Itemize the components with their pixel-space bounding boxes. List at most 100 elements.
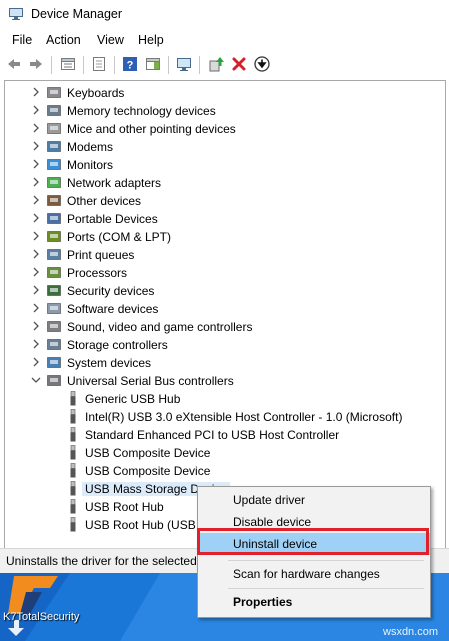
- storage-controller-icon: [47, 339, 61, 350]
- usb-plug-icon: [70, 409, 76, 424]
- update-driver-icon[interactable]: [208, 56, 224, 72]
- usb-device-label: Generic USB Hub: [85, 392, 181, 406]
- tree-category-label: Monitors: [67, 158, 114, 172]
- tree-category-label: Processors: [67, 266, 128, 280]
- usb-device-item[interactable]: USB Composite Device: [5, 444, 445, 462]
- usb-device-item[interactable]: USB Composite Device: [5, 462, 445, 480]
- menu-view[interactable]: View: [97, 33, 124, 47]
- usb-device-item[interactable]: Generic USB Hub: [5, 390, 445, 408]
- tree-category-label: Ports (COM & LPT): [67, 230, 172, 244]
- tree-category[interactable]: Other devices: [5, 192, 445, 210]
- context-update-driver[interactable]: Update driver: [198, 489, 430, 511]
- monitor-icon: [47, 159, 61, 170]
- k7-total-security-icon[interactable]: [4, 574, 70, 641]
- usb-device-label: USB Composite Device: [85, 446, 211, 460]
- chevron-down-icon[interactable]: [30, 374, 42, 386]
- disable-download-icon[interactable]: [254, 56, 270, 72]
- tree-category-label: Storage controllers: [67, 338, 168, 352]
- usb-plug-icon: [70, 517, 76, 532]
- printer-icon: [47, 249, 61, 260]
- usb-device-item[interactable]: Standard Enhanced PCI to USB Host Contro…: [5, 426, 445, 444]
- chevron-right-icon[interactable]: [30, 320, 42, 332]
- chevron-right-icon[interactable]: [30, 104, 42, 116]
- properties-icon[interactable]: [60, 56, 76, 72]
- chevron-right-icon[interactable]: [30, 194, 42, 206]
- highlight-box: [197, 528, 429, 555]
- monitor-icon[interactable]: [176, 56, 192, 72]
- context-separator: [228, 560, 424, 561]
- usb-device-label: USB Composite Device: [85, 464, 211, 478]
- tree-category[interactable]: Sound, video and game controllers: [5, 318, 445, 336]
- software-device-icon: [47, 303, 61, 314]
- tree-category[interactable]: Storage controllers: [5, 336, 445, 354]
- port-icon: [47, 231, 61, 242]
- tree-category[interactable]: Modems: [5, 138, 445, 156]
- watermark-text: wsxdn.com: [383, 626, 439, 638]
- usb-plug-icon: [70, 463, 76, 478]
- chevron-right-icon[interactable]: [30, 122, 42, 134]
- tree-category-label: System devices: [67, 356, 152, 370]
- chevron-right-icon[interactable]: [30, 284, 42, 296]
- chevron-right-icon[interactable]: [30, 338, 42, 350]
- show-hide-icon[interactable]: [91, 56, 107, 72]
- context-scan-hardware[interactable]: Scan for hardware changes: [198, 563, 430, 585]
- tree-category[interactable]: Keyboards: [5, 84, 445, 102]
- tree-category[interactable]: Mice and other pointing devices: [5, 120, 445, 138]
- tree-category[interactable]: Software devices: [5, 300, 445, 318]
- tree-category[interactable]: Processors: [5, 264, 445, 282]
- device-tree[interactable]: Keyboards Memory technology devices Mice a…: [4, 80, 446, 549]
- help-icon[interactable]: ?: [122, 56, 138, 72]
- tree-category-label: Mice and other pointing devices: [67, 122, 236, 136]
- tree-category[interactable]: Print queues: [5, 246, 445, 264]
- network-adapter-icon: [47, 177, 61, 188]
- menu-file[interactable]: File: [12, 33, 32, 47]
- tree-category[interactable]: Network adapters: [5, 174, 445, 192]
- uninstall-x-icon[interactable]: [231, 56, 247, 72]
- svg-text:?: ?: [127, 60, 134, 72]
- chevron-right-icon[interactable]: [30, 356, 42, 368]
- chevron-right-icon[interactable]: [30, 248, 42, 260]
- usb-plug-icon: [70, 481, 76, 496]
- chevron-right-icon[interactable]: [30, 158, 42, 170]
- menu-action[interactable]: Action: [46, 33, 81, 47]
- tree-category-label: Security devices: [67, 284, 155, 298]
- context-separator: [228, 588, 424, 589]
- device-manager-icon: [9, 8, 23, 20]
- toolbar: ?: [0, 52, 449, 78]
- chevron-right-icon[interactable]: [30, 140, 42, 152]
- usb-device-label: Standard Enhanced PCI to USB Host Contro…: [85, 428, 340, 442]
- tree-category-label: Software devices: [67, 302, 159, 316]
- tree-category[interactable]: Portable Devices: [5, 210, 445, 228]
- tree-category[interactable]: Monitors: [5, 156, 445, 174]
- chevron-right-icon[interactable]: [30, 302, 42, 314]
- tree-category-label: Other devices: [67, 194, 142, 208]
- context-properties[interactable]: Properties: [198, 591, 430, 613]
- tree-category[interactable]: System devices: [5, 354, 445, 372]
- forward-arrow-icon[interactable]: [28, 56, 44, 72]
- chevron-right-icon[interactable]: [30, 212, 42, 224]
- tree-category[interactable]: Ports (COM & LPT): [5, 228, 445, 246]
- usb-device-item[interactable]: Intel(R) USB 3.0 eXtensible Host Control…: [5, 408, 445, 426]
- title-bar[interactable]: Device Manager: [0, 0, 449, 30]
- tree-category[interactable]: Universal Serial Bus controllers: [5, 372, 445, 390]
- menu-bar: File Action View Help: [0, 30, 449, 52]
- chevron-right-icon[interactable]: [30, 230, 42, 242]
- portable-device-icon: [47, 213, 61, 224]
- chevron-right-icon[interactable]: [30, 86, 42, 98]
- processor-icon: [47, 267, 61, 278]
- chevron-right-icon[interactable]: [30, 266, 42, 278]
- tree-category[interactable]: Security devices: [5, 282, 445, 300]
- keyboard-icon: [47, 87, 61, 98]
- context-update-driver-label: Update driver: [233, 493, 306, 507]
- memory-icon: [47, 105, 61, 116]
- action-pane-icon[interactable]: [145, 56, 161, 72]
- tree-category-label: Keyboards: [67, 86, 125, 100]
- menu-help[interactable]: Help: [138, 33, 164, 47]
- chevron-right-icon[interactable]: [30, 176, 42, 188]
- tree-category-label: Universal Serial Bus controllers: [67, 374, 234, 388]
- k7-desktop-label[interactable]: K7TotalSecurity: [3, 611, 79, 623]
- usb-device-label: Intel(R) USB 3.0 eXtensible Host Control…: [85, 410, 403, 424]
- tree-category[interactable]: Memory technology devices: [5, 102, 445, 120]
- usb-plug-icon: [70, 427, 76, 442]
- back-arrow-icon[interactable]: [6, 56, 22, 72]
